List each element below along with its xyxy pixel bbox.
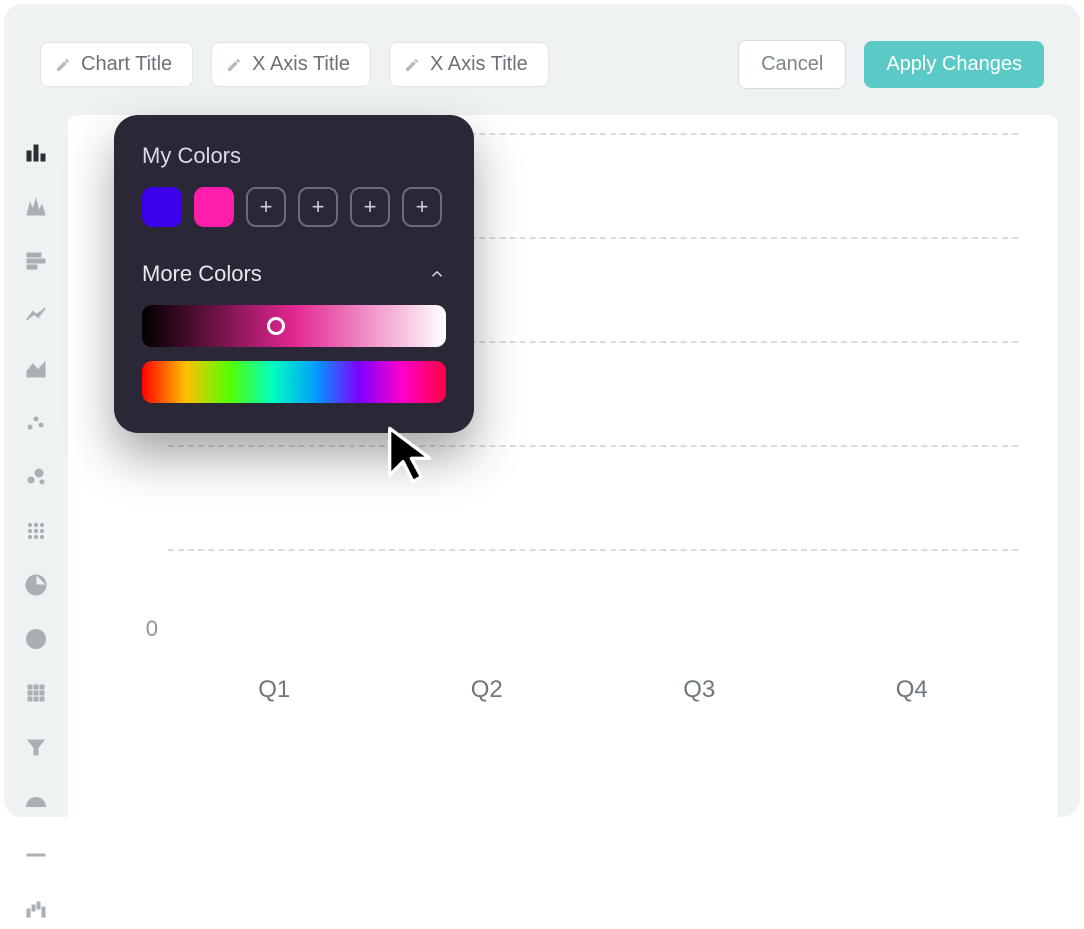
pencil-icon (226, 57, 242, 73)
x-tick-label: Q1 (258, 676, 290, 704)
my-colors-heading: My Colors (142, 143, 446, 169)
add-color-button[interactable]: + (246, 187, 286, 227)
y-tick-label: 0 (113, 616, 158, 642)
cancel-button[interactable]: Cancel (738, 40, 846, 89)
toolbar: Chart Title X Axis Title X Axis Title Ca… (4, 4, 1080, 115)
x-tick-label: Q2 (471, 676, 503, 704)
add-color-button[interactable]: + (402, 187, 442, 227)
x-axis-title-label: X Axis Title (252, 53, 350, 76)
saturation-slider[interactable] (142, 305, 446, 347)
pencil-icon (55, 57, 71, 73)
histogram-icon[interactable] (16, 187, 56, 227)
x-tick-label: Q4 (896, 676, 928, 704)
gridline (168, 549, 1018, 551)
chart-type-sidebar (4, 115, 68, 929)
grid-icon[interactable] (16, 673, 56, 713)
more-colors-label: More Colors (142, 261, 262, 287)
horizontal-bar-icon[interactable] (16, 241, 56, 281)
waterfall-icon[interactable] (16, 889, 56, 929)
add-color-button[interactable]: + (298, 187, 338, 227)
color-picker-popover: My Colors + + + + More Colors (114, 115, 474, 433)
area-chart-icon[interactable] (16, 349, 56, 389)
gridline (168, 445, 1018, 447)
add-color-button[interactable]: + (350, 187, 390, 227)
line-chart-icon[interactable] (16, 295, 56, 335)
dot-matrix-icon[interactable] (16, 511, 56, 551)
saturation-handle[interactable] (267, 317, 285, 335)
color-swatches: + + + + (142, 187, 446, 227)
scatter-icon[interactable] (16, 403, 56, 443)
more-colors-toggle[interactable]: More Colors (142, 261, 446, 287)
gauge-icon[interactable] (16, 781, 56, 821)
y-axis-title-input[interactable]: X Axis Title (389, 42, 549, 87)
bar-chart-icon[interactable] (16, 133, 56, 173)
x-axis-title-input[interactable]: X Axis Title (211, 42, 371, 87)
apply-changes-button[interactable]: Apply Changes (864, 41, 1044, 88)
y-axis-title-label: X Axis Title (430, 53, 528, 76)
funnel-icon[interactable] (16, 727, 56, 767)
hue-slider[interactable] (142, 361, 446, 403)
divider-icon[interactable] (16, 835, 56, 875)
chevron-up-icon (428, 265, 446, 283)
chart-title-input[interactable]: Chart Title (40, 42, 193, 87)
pie-icon[interactable] (16, 565, 56, 605)
donut-icon[interactable] (16, 619, 56, 659)
chart-title-label: Chart Title (81, 53, 172, 76)
color-swatch-0[interactable] (142, 187, 182, 227)
pencil-icon (404, 57, 420, 73)
bubble-icon[interactable] (16, 457, 56, 497)
color-swatch-1[interactable] (194, 187, 234, 227)
x-tick-label: Q3 (683, 676, 715, 704)
